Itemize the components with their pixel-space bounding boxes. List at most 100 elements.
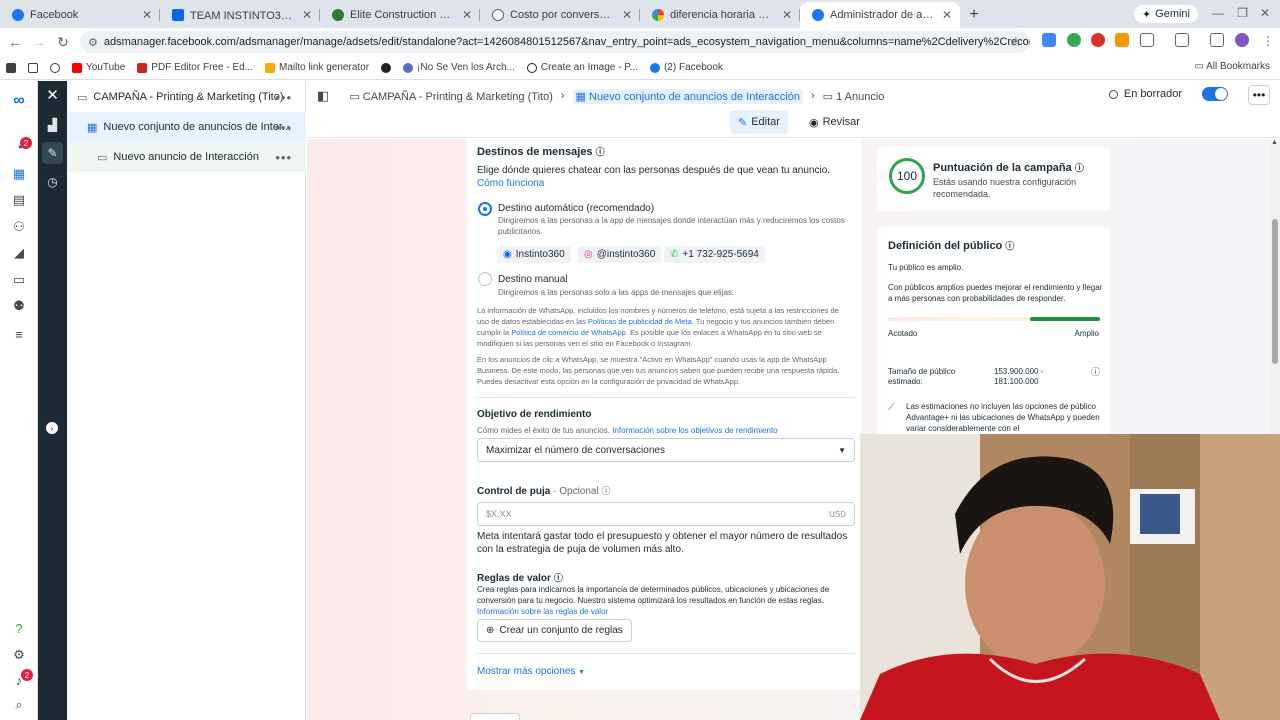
info-icon[interactable]: ⓘ: [601, 486, 610, 496]
close-tab-icon[interactable]: ✕: [142, 8, 152, 22]
gemini-button[interactable]: ✦ Gemini: [1133, 5, 1198, 23]
whatsapp-commerce-policy-link[interactable]: Política de comercio de WhatsApp: [511, 328, 626, 337]
bookmark-star-icon[interactable]: ☆: [1010, 34, 1022, 50]
pages-icon[interactable]: ▤: [9, 190, 29, 210]
info-icon[interactable]: ⓘ: [1091, 365, 1100, 378]
info-icon[interactable]: ⓘ: [1075, 163, 1084, 173]
radio-auto-destination[interactable]: [478, 202, 492, 216]
active-toggle[interactable]: [1202, 87, 1228, 101]
browser-tab[interactable]: Facebook ✕: [0, 2, 160, 28]
close-editor-icon[interactable]: ✕: [38, 85, 67, 107]
close-tab-icon[interactable]: ✕: [942, 8, 952, 22]
bookmark-create-image[interactable]: Create an Image - P...: [526, 62, 638, 73]
tab-title: diferencia horaria Ca y nJ - Bus: [670, 9, 776, 21]
review-button[interactable]: ◉ Revisar: [803, 110, 866, 134]
audiences-icon[interactable]: ⚇: [9, 217, 29, 237]
more-options-icon[interactable]: •••: [275, 90, 292, 105]
chart-icon[interactable]: ▟: [42, 114, 63, 136]
address-bar[interactable]: ⚙ adsmanager.facebook.com/adsmanager/man…: [80, 31, 1030, 53]
webcam-video-image: [860, 434, 1280, 720]
info-icon[interactable]: ⓘ: [1005, 241, 1014, 251]
browser-tab[interactable]: Costo por conversación alto ✕: [480, 2, 640, 28]
create-rule-set-button[interactable]: ⊕ Crear un conjunto de reglas: [477, 619, 632, 642]
bookmark-chatgpt[interactable]: [50, 62, 60, 73]
bookmark-circle[interactable]: [381, 62, 392, 73]
puzzle-extensions-icon[interactable]: [1140, 33, 1154, 47]
profile-avatar[interactable]: [1235, 33, 1249, 47]
performance-goals-link[interactable]: Información sobre los objetivos de rendi…: [612, 426, 777, 435]
opera-extension-icon[interactable]: [1091, 33, 1105, 47]
expand-panel-chevron-icon[interactable]: ›: [46, 422, 58, 434]
header-more-button[interactable]: •••: [1248, 85, 1270, 105]
crumb-ad[interactable]: ▭ 1 Anuncio: [823, 90, 885, 103]
footer-button[interactable]: [470, 713, 520, 720]
whatsapp-icon: ✆: [670, 249, 679, 260]
how-it-works-link[interactable]: Cómo funciona: [477, 178, 544, 189]
scrollbar-thumb[interactable]: [1272, 219, 1278, 364]
scroll-up-icon[interactable]: ▲: [1271, 139, 1278, 146]
menu-icon[interactable]: ≡: [9, 324, 29, 344]
ads-manager-table-icon[interactable]: ▦: [9, 164, 29, 184]
search-icon[interactable]: ⌕: [9, 695, 29, 715]
site-info-icon[interactable]: ⚙: [88, 36, 98, 49]
browser-toolbar: ← → ↻ ⚙ adsmanager.facebook.com/adsmanag…: [0, 28, 1280, 56]
back-icon[interactable]: ←: [3, 34, 27, 50]
help-icon[interactable]: ?: [9, 618, 29, 638]
more-options-icon[interactable]: •••: [275, 150, 292, 165]
meta-logo-icon[interactable]: ∞: [9, 91, 29, 111]
history-clock-icon[interactable]: ◷: [42, 171, 63, 193]
tree-item-campaign[interactable]: ▭ CAMPAÑA - Printing & Marketing (Tito) …: [67, 82, 306, 112]
reload-icon[interactable]: ↻: [51, 34, 75, 51]
browser-tab[interactable]: Elite Construction & Cleaning | ✕: [320, 2, 480, 28]
edit-button[interactable]: ✎ Editar: [730, 110, 788, 134]
crumb-adset[interactable]: ▦ Nuevo conjunto de anuncios de Interacc…: [572, 88, 803, 104]
browser-menu-icon[interactable]: ⋮: [1262, 34, 1274, 48]
bookmark-archivos[interactable]: ¡No Se Ven los Arch...: [403, 62, 515, 73]
audience-description: Con públicos amplios puedes mejorar el r…: [888, 283, 1103, 303]
more-options-icon[interactable]: •••: [275, 120, 292, 135]
edit-pencil-icon[interactable]: ✎: [42, 142, 63, 164]
close-tab-icon[interactable]: ✕: [462, 8, 472, 22]
info-icon[interactable]: ⓘ: [554, 573, 563, 583]
radio-manual-destination[interactable]: [478, 272, 492, 286]
new-tab-button[interactable]: +: [960, 2, 988, 28]
restore-icon[interactable]: ❐: [1237, 6, 1248, 20]
bookmark-facebook[interactable]: (2) Facebook: [649, 62, 723, 73]
performance-goal-select[interactable]: Maximizar el número de conversaciones ▼: [477, 438, 855, 462]
translate-extension-icon[interactable]: [1042, 33, 1056, 47]
bookmark-pdf-editor[interactable]: PDF Editor Free - Ed...: [137, 62, 253, 73]
billing-icon[interactable]: ▭: [9, 270, 29, 290]
campaigns-icon[interactable]: ◢: [9, 243, 29, 263]
browser-tab-active[interactable]: Administrador de anuncios - Ad ✕: [800, 2, 960, 28]
info-icon[interactable]: ⓘ: [596, 147, 605, 157]
bookmark-mailto[interactable]: Mailto link generator: [265, 62, 369, 73]
close-tab-icon[interactable]: ✕: [302, 8, 312, 22]
pen-extension-icon[interactable]: [1067, 33, 1081, 47]
settings-gear-icon[interactable]: ⚙: [9, 645, 29, 665]
apps-icon[interactable]: [6, 62, 16, 73]
show-more-options-link[interactable]: Mostrar más opciones ▼: [477, 666, 585, 677]
crumb-campaign[interactable]: ▭ CAMPAÑA - Printing & Marketing (Tito): [349, 90, 553, 103]
scrollbar[interactable]: ▲: [1270, 139, 1280, 435]
all-bookmarks[interactable]: ▭ All Bookmarks: [1194, 61, 1270, 72]
bid-amount-input[interactable]: $X.XX USD: [477, 502, 855, 526]
bookmark-label: Mailto link generator: [279, 62, 370, 73]
close-window-icon[interactable]: ✕: [1260, 6, 1270, 20]
close-tab-icon[interactable]: ✕: [622, 8, 632, 22]
minimize-icon[interactable]: —: [1212, 6, 1224, 20]
browser-tab[interactable]: diferencia horaria Ca y nJ - Bus ✕: [640, 2, 800, 28]
grid-icon[interactable]: [28, 62, 38, 73]
value-rules-link[interactable]: Información sobre las reglas de valor: [477, 607, 608, 616]
tree-item-ad[interactable]: ▭ Nuevo anuncio de Interacción •••: [67, 142, 306, 172]
tab-search-icon[interactable]: [1210, 33, 1224, 47]
close-tab-icon[interactable]: ✕: [782, 8, 792, 22]
tree-item-adset[interactable]: ▦ Nuevo conjunto de anuncios de Inter...…: [67, 112, 306, 142]
bookmark-youtube[interactable]: YouTube: [72, 62, 125, 73]
business-users-icon[interactable]: ⚉: [9, 296, 29, 316]
forward-icon[interactable]: →: [27, 34, 51, 50]
meta-ad-policy-link[interactable]: Políticas de publicidad de Meta: [588, 317, 692, 326]
sidebar-toggle-icon[interactable]: ◧: [317, 88, 329, 104]
cast-icon[interactable]: [1175, 33, 1189, 47]
browser-tab[interactable]: TEAM INSTINTO360 🔥 | Trello ✕: [160, 2, 320, 28]
extension-icon[interactable]: [1115, 33, 1129, 47]
